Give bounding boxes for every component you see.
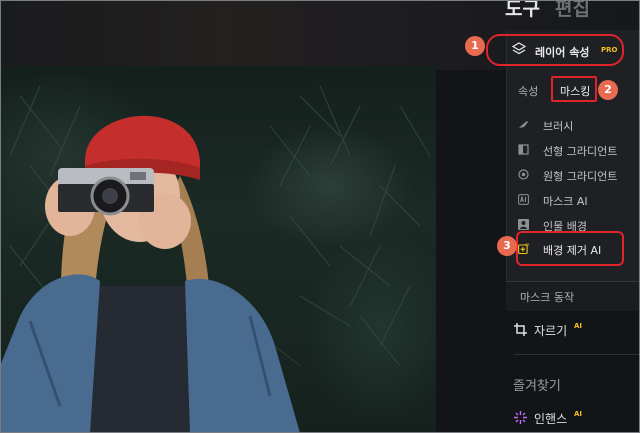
mask-actions-bar[interactable]: 마스크 동작 xyxy=(506,281,640,311)
brush-icon xyxy=(519,121,528,128)
masking-highlight xyxy=(551,76,597,102)
crop-ai-badge: AI xyxy=(574,322,583,330)
crop-icon xyxy=(514,323,527,336)
enhance-label: 인핸스 xyxy=(534,412,568,426)
person-background-icon xyxy=(518,219,529,230)
menu-label: 선형 그라디언트 xyxy=(543,145,618,158)
background-remove-highlight xyxy=(516,231,624,266)
tab-properties[interactable]: 속성 xyxy=(518,83,538,99)
tab-edit[interactable]: 편집 xyxy=(555,0,590,21)
photo-canvas[interactable] xyxy=(0,66,436,433)
mask-ai-icon xyxy=(518,194,529,205)
crop-label: 자르기 xyxy=(534,324,568,338)
menu-label: 마스크 AI xyxy=(543,195,588,208)
step-badge-3: 3 xyxy=(497,236,517,256)
menu-label: 원형 그라디언트 xyxy=(543,170,618,183)
mask-actions-label: 마스크 동작 xyxy=(520,291,575,304)
step-badge-2: 2 xyxy=(598,80,618,100)
linear-gradient-icon xyxy=(518,144,529,155)
radial-gradient-icon xyxy=(518,169,529,180)
sparkle-icon xyxy=(514,411,527,424)
tab-tools[interactable]: 도구 xyxy=(505,0,540,21)
step-badge-1: 1 xyxy=(465,36,485,56)
menu-label: 브러시 xyxy=(543,120,574,133)
layer-properties-button[interactable] xyxy=(486,34,624,66)
photo-illustration xyxy=(0,85,431,433)
favorites-heading: 즐겨찾기 xyxy=(513,379,561,394)
enhance-ai-badge: AI xyxy=(574,410,583,418)
divider xyxy=(514,354,640,355)
